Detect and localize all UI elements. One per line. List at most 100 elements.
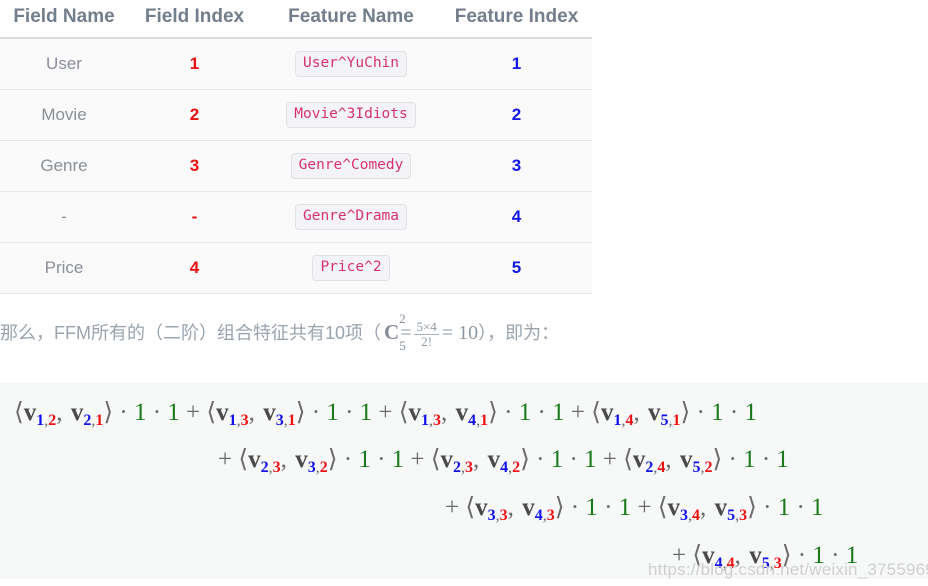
cell-field-index: 3 [128, 140, 261, 192]
vector-subscript-field: 2 [260, 459, 269, 476]
vector-subscript-latent: 2 [704, 459, 713, 476]
vector-subscript-field: 3 [487, 507, 496, 524]
cell-feature-index: 2 [441, 89, 592, 141]
table-body: User 1 User^YuChin 1 Movie 2 Movie^3Idio… [0, 38, 592, 294]
coefficient-value: 1 [518, 399, 532, 426]
multiply-dot: · [761, 446, 771, 473]
vector-subscript-latent: 1 [480, 412, 489, 429]
vector-subscript-field: 1 [228, 412, 237, 429]
feature-name-badge: Genre^Comedy [290, 153, 412, 179]
vector-subscript-field: 3 [275, 412, 284, 429]
coefficient-value: 1 [326, 399, 339, 426]
plus-sign: + [378, 399, 393, 426]
angle-open: ⟨ [206, 399, 217, 426]
angle-close: ⟩ [520, 446, 530, 473]
angle-open: ⟨ [623, 446, 633, 473]
column-header-field-name: Field Name [0, 0, 128, 39]
coefficient-value: 1 [811, 494, 824, 521]
multiply-dot: · [119, 399, 128, 426]
vector-subscript-latent: 3 [240, 412, 249, 429]
cell-feature-name: Genre^Comedy [261, 140, 441, 192]
inner-product-comma: , [473, 446, 480, 473]
multiply-dot: · [537, 399, 546, 426]
multiply-dot: · [729, 399, 739, 426]
coefficient-value: 1 [585, 494, 598, 521]
multiply-dot: · [345, 399, 354, 426]
vector-subscript-field: 4 [468, 412, 477, 429]
coefficient-value: 1 [167, 399, 180, 426]
combination-subscript: 5 [399, 337, 406, 353]
coefficient-value: 1 [743, 446, 756, 473]
equals-sign-second: = [441, 322, 454, 345]
vector-subscript-field: 3 [307, 459, 316, 476]
formula-line-3: + ⟨v3,3, v4,3⟩ · 1 · 1 + ⟨v3,4, v5,3⟩ · … [445, 495, 824, 524]
coefficient-value: 1 [552, 399, 565, 426]
coefficient-value: 1 [391, 446, 405, 473]
vector-symbol: v [475, 494, 488, 521]
csdn-watermark: https://blog.csdn.net/weixin_37559696 [648, 560, 928, 579]
vector-subscript-field: 4 [534, 507, 543, 524]
vector-symbol: v [70, 399, 84, 426]
angle-open: ⟨ [465, 494, 476, 521]
multiply-dot: · [728, 446, 737, 473]
angle-open: ⟨ [430, 446, 441, 473]
cell-feature-index: 3 [441, 140, 592, 192]
vector-symbol: v [667, 494, 681, 521]
multiply-dot: · [569, 446, 578, 473]
cell-feature-name: Movie^3Idiots [261, 89, 441, 141]
vector-subscript-latent: 2 [512, 459, 521, 476]
vector-symbol: v [600, 399, 614, 426]
inner-product-comma: , [507, 494, 514, 521]
vector-subscript-latent: 1 [287, 412, 296, 429]
inner-product-comma: , [280, 446, 287, 473]
vector-symbol: v [295, 446, 308, 473]
multiply-dot: · [796, 494, 805, 521]
vector-symbol: v [263, 399, 276, 426]
combination-superscript: 2 [399, 311, 406, 327]
coefficient-value: 1 [584, 446, 597, 473]
plus-sign: + [218, 446, 233, 473]
angle-close: ⟩ [712, 446, 723, 473]
vector-subscript-field: 5 [660, 412, 669, 429]
plus-sign: + [186, 399, 201, 426]
vector-subscript-field: 3 [680, 507, 689, 524]
coefficient-value: 1 [618, 494, 632, 521]
plus-sign: + [637, 494, 652, 521]
vector-subscript-latent: 2 [319, 459, 328, 476]
cell-field-index: 2 [128, 89, 261, 141]
table-header-row: Field Name Field Index Feature Name Feat… [0, 0, 592, 39]
vector-subscript-latent: 3 [272, 459, 281, 476]
explanation-paragraph: 那么，FFM所有的（二阶）组合特征共有10项（ C 2 5 = 5×4 2! = 10），即为… [0, 294, 928, 353]
coefficient-value: 1 [133, 399, 147, 426]
coefficient-value: 1 [777, 494, 791, 521]
multiply-dot: · [343, 446, 353, 473]
cell-field-index: 1 [128, 38, 261, 90]
multiply-dot: · [536, 446, 545, 473]
coefficient-value: 1 [776, 446, 789, 473]
vector-symbol: v [408, 399, 422, 426]
inner-product-comma: , [633, 399, 640, 426]
angle-close: ⟩ [327, 446, 338, 473]
feature-table-container: Field Name Field Index Feature Name Feat… [0, 0, 592, 294]
column-header-feature-name: Feature Name [261, 0, 441, 39]
angle-close: ⟩ [488, 399, 498, 426]
cell-field-name: Movie [0, 89, 128, 141]
multiply-dot: · [604, 494, 613, 521]
table-row: Movie 2 Movie^3Idiots 2 [0, 89, 592, 141]
feature-name-badge: User^YuChin [294, 51, 408, 77]
inner-product-comma: , [700, 494, 707, 521]
vector-symbol: v [714, 494, 728, 521]
cell-field-index: - [128, 191, 261, 243]
inner-product-comma: , [56, 399, 63, 426]
column-header-field-index: Field Index [128, 0, 261, 39]
vector-subscript-field: 5 [692, 459, 701, 476]
vector-subscript-field: 1 [421, 412, 430, 429]
cell-feature-index: 4 [441, 191, 592, 243]
plus-sign: + [445, 494, 460, 521]
multiply-dot: · [570, 494, 580, 521]
vector-subscript-latent: 3 [433, 412, 442, 429]
paragraph-tail-text: ），即为： [478, 323, 560, 344]
coefficient-value: 1 [711, 399, 724, 426]
table-header: Field Name Field Index Feature Name Feat… [0, 0, 592, 39]
angle-open: ⟨ [398, 399, 409, 426]
